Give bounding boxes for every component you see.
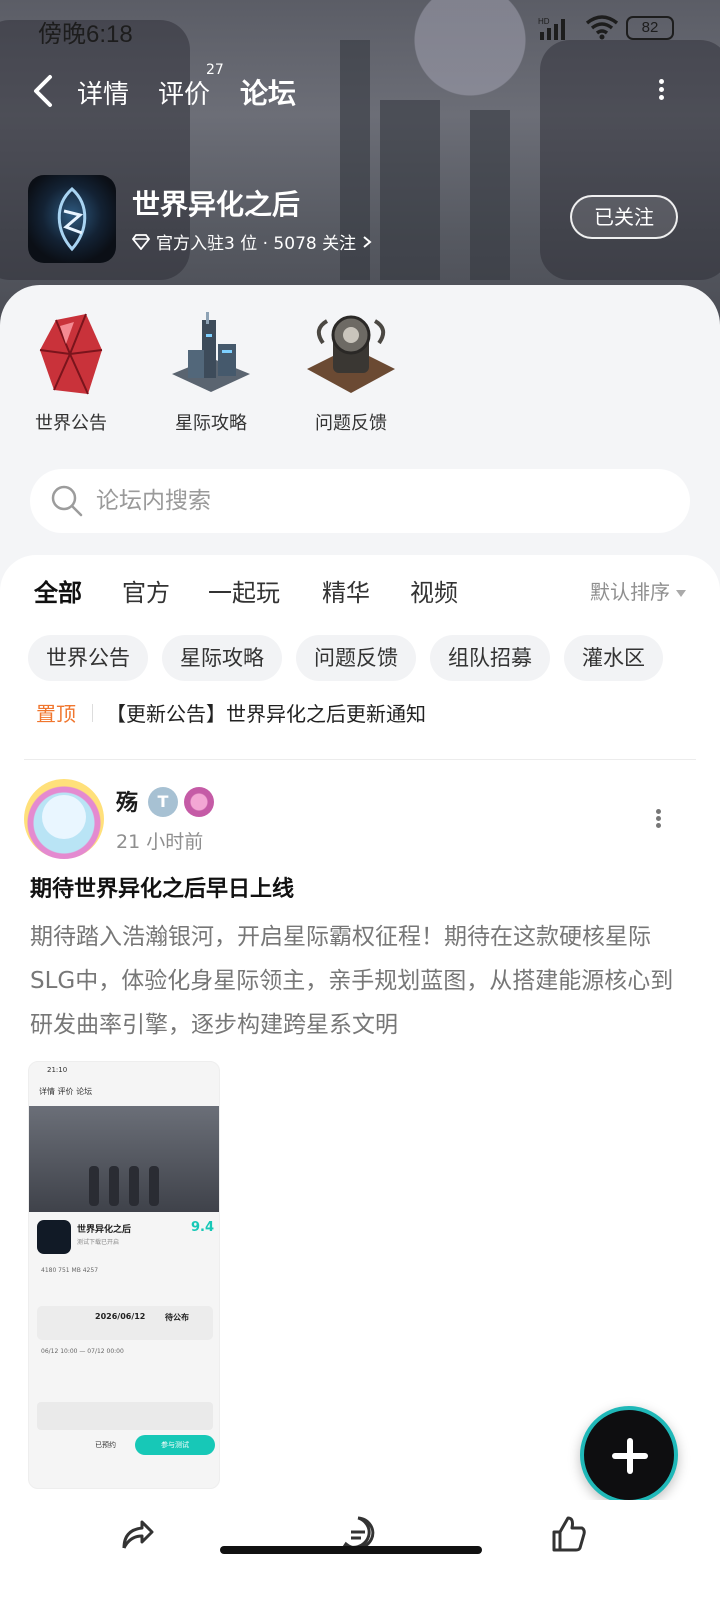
screenshot-join-button: 参与测试 xyxy=(135,1435,215,1455)
screenshot-stats: 4180 751 MB 4257 xyxy=(41,1267,99,1274)
more-menu-icon[interactable] xyxy=(655,76,667,106)
level-badge: T xyxy=(148,787,178,817)
pinned-title: 【更新公告】世界异化之后更新通知 xyxy=(106,702,426,726)
home-indicator[interactable] xyxy=(220,1546,482,1554)
post-more-icon[interactable] xyxy=(652,807,664,831)
game-info: 世界异化之后 官方入驻3 位 · 5078 关注 已关注 xyxy=(28,175,692,265)
plus-icon xyxy=(627,1438,633,1474)
screenshot-reserved: 已预约 xyxy=(95,1441,116,1449)
screenshot-activity xyxy=(37,1402,213,1430)
category-interstellar-guide[interactable]: 星际攻略 xyxy=(156,305,266,435)
feed-tab-video[interactable]: 视频 xyxy=(410,573,458,608)
feed-tabs: 全部 官方 一起玩 精华 视频 默认排序 xyxy=(34,573,694,623)
post-title: 期待世界异化之后早日上线 xyxy=(30,877,295,902)
post-body: 期待踏入浩瀚银河，开启星际霸权征程！期待在这款硬核星际SLG中，体验化身星际领主… xyxy=(30,924,674,1038)
category-label: 世界公告 xyxy=(35,413,107,434)
back-arrow-icon[interactable] xyxy=(30,74,60,108)
category-world-announcement[interactable]: 世界公告 xyxy=(16,305,126,435)
screenshot-game-sub: 测试下载已开启 xyxy=(77,1239,120,1246)
header-background xyxy=(0,0,720,330)
game-name: 世界异化之后 xyxy=(132,188,301,221)
post-author[interactable]: 殇 xyxy=(116,785,138,817)
screenshot-lines: 06/12 10:00 — 07/12 00:00 xyxy=(41,1348,124,1355)
tab-forum[interactable]: 论坛 xyxy=(240,72,300,116)
section-chips: 世界公告 星际攻略 问题反馈 组队招募 灌水区 xyxy=(28,635,708,685)
search-input[interactable] xyxy=(96,481,656,521)
screenshot-banner xyxy=(29,1106,219,1212)
category-label: 问题反馈 xyxy=(315,413,387,434)
game-meta-text: 官方入驻3 位 · 5078 关注 xyxy=(156,234,357,254)
chip-feedback[interactable]: 问题反馈 xyxy=(296,635,416,681)
svg-text:HD: HD xyxy=(538,17,550,26)
category-feedback[interactable]: 问题反馈 xyxy=(296,305,406,435)
tab-detail[interactable]: 详情 xyxy=(77,74,129,111)
signal-icon: HD xyxy=(538,17,565,40)
wifi-icon xyxy=(585,15,619,40)
follow-button[interactable]: 已关注 xyxy=(570,195,678,239)
forum-search-bar[interactable] xyxy=(30,469,690,533)
dropdown-triangle-icon xyxy=(676,590,686,597)
screenshot-game-name: 世界异化之后 xyxy=(77,1225,132,1235)
screenshot-status-time: 21:10 xyxy=(47,1066,68,1074)
search-icon xyxy=(51,485,83,517)
game-meta[interactable]: 官方入驻3 位 · 5078 关注 xyxy=(132,229,372,254)
post-image[interactable]: 21:10 详情 评价 论坛 世界异化之后 测试下载已开启 9.4 4180 7… xyxy=(28,1061,220,1489)
status-bar: 傍晚6:18 HD 82 xyxy=(0,8,720,48)
feed-tab-all[interactable]: 全部 xyxy=(34,573,82,610)
pinned-post[interactable]: 置顶 【更新公告】世界异化之后更新通知 xyxy=(36,698,686,738)
screenshot-game-logo xyxy=(37,1220,71,1254)
game-emblem-icon xyxy=(57,186,87,252)
review-count-badge: 27 xyxy=(206,62,224,78)
feed-tab-play-together[interactable]: 一起玩 xyxy=(208,573,280,608)
screenshot-date: 2026/06/12 xyxy=(95,1312,146,1321)
feed-tab-featured[interactable]: 精华 xyxy=(322,573,370,608)
chip-interstellar-guide[interactable]: 星际攻略 xyxy=(162,635,282,681)
avatar-face xyxy=(42,795,86,839)
chip-chat-area[interactable]: 灌水区 xyxy=(564,635,663,681)
feed-tab-official[interactable]: 官方 xyxy=(122,573,170,608)
post-time: 21 小时前 xyxy=(116,831,204,853)
chip-team-recruit[interactable]: 组队招募 xyxy=(430,635,550,681)
pinned-tag: 置顶 xyxy=(36,702,76,726)
diamond-icon xyxy=(132,233,150,250)
category-label: 星际攻略 xyxy=(175,413,247,434)
battery-indicator: 82 xyxy=(626,16,674,40)
share-icon[interactable] xyxy=(118,1514,158,1554)
red-crystal-icon xyxy=(16,305,126,405)
sort-dropdown[interactable]: 默认排序 xyxy=(590,576,686,605)
screenshot-status: 待公布 xyxy=(165,1313,189,1322)
screenshot-tabs: 详情 评价 论坛 xyxy=(39,1087,93,1096)
divider xyxy=(24,759,696,760)
avatar[interactable] xyxy=(24,779,104,859)
tab-review[interactable]: 评价 27 xyxy=(158,62,224,111)
create-post-button[interactable] xyxy=(580,1406,678,1504)
sort-label: 默认排序 xyxy=(590,580,670,604)
screenshot-score: 9.4 xyxy=(191,1220,215,1235)
status-time: 傍晚6:18 xyxy=(38,21,133,48)
station-building-icon xyxy=(156,305,266,405)
top-navigation: 详情 评价 27 论坛 xyxy=(0,60,720,120)
chip-world-announcement[interactable]: 世界公告 xyxy=(28,635,148,681)
like-icon[interactable] xyxy=(548,1514,588,1554)
feed-tab-label: 全部 xyxy=(34,579,82,607)
category-shortcuts: 世界公告 星际攻略 问题反馈 xyxy=(28,305,448,445)
chevron-right-icon xyxy=(363,235,372,248)
tab-review-label: 评价 xyxy=(158,80,211,110)
forum-body: 世界公告 星际攻略 问题反馈 论坛内搜索 全部 官方 一起玩 精华 视频 默认排… xyxy=(0,285,720,1600)
tab-forum-label: 论坛 xyxy=(240,77,297,110)
achievement-badge xyxy=(184,787,214,817)
reactor-core-icon xyxy=(296,305,406,405)
game-logo[interactable] xyxy=(28,175,116,263)
divider xyxy=(92,704,93,722)
